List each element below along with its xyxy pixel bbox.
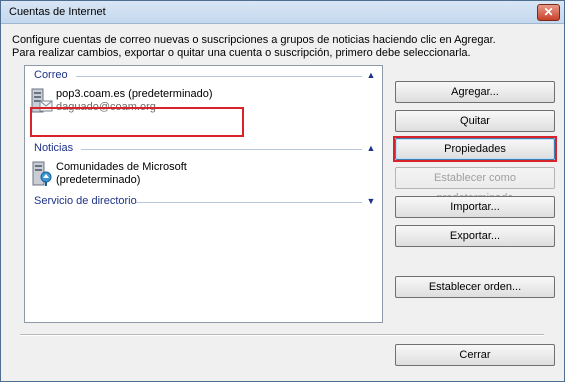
set-default-button[interactable]: Establecer como predeterminada <box>395 167 555 204</box>
account-name: pop3.coam.es (predeterminado) <box>56 88 213 100</box>
window-title: Cuentas de Internet <box>9 6 106 18</box>
export-button[interactable]: Exportar... <box>395 225 555 247</box>
dialog-client-area: Configure cuentas de correo nuevas o sus… <box>1 24 564 381</box>
instructions-line-1: Configure cuentas de correo nuevas o sus… <box>12 34 496 46</box>
group-header-correo[interactable]: Correo ▲ <box>34 69 377 83</box>
news-account-name: Comunidades de Microsoft <box>56 161 187 173</box>
import-button[interactable]: Importar... <box>395 196 555 218</box>
chevron-up-icon[interactable]: ▲ <box>365 142 377 154</box>
list-item-account-news[interactable]: Comunidades de Microsoft (predeterminado… <box>31 161 251 189</box>
close-button[interactable]: Cerrar <box>395 344 555 366</box>
accounts-list[interactable]: Correo ▲ pop3.coam.es (predeterminado) d… <box>24 65 383 323</box>
add-button[interactable]: Agregar... <box>395 81 555 103</box>
instructions-text: Configure cuentas de correo nuevas o sus… <box>12 34 496 60</box>
chevron-down-icon[interactable]: ▼ <box>365 195 377 207</box>
group-header-noticias[interactable]: Noticias ▲ <box>34 142 377 156</box>
internet-accounts-dialog: Cuentas de Internet ✕ Configure cuentas … <box>0 0 565 382</box>
footer-separator <box>20 334 544 336</box>
group-divider-correo <box>76 76 362 77</box>
group-divider-directory <box>136 202 362 203</box>
group-header-directory[interactable]: Servicio de directorio ▼ <box>34 195 377 209</box>
group-label-correo: Correo <box>34 69 68 81</box>
set-order-button[interactable]: Establecer orden... <box>395 276 555 298</box>
group-label-noticias: Noticias <box>34 142 74 154</box>
group-label-directory: Servicio de directorio <box>34 195 137 207</box>
news-server-icon <box>32 161 52 186</box>
chevron-up-icon[interactable]: ▲ <box>365 69 377 81</box>
remove-button[interactable]: Quitar <box>395 110 555 132</box>
highlight-selected-account <box>30 107 244 137</box>
news-account-detail: (predeterminado) <box>56 174 141 186</box>
close-window-button[interactable]: ✕ <box>537 4 560 21</box>
group-divider-noticias <box>81 149 362 150</box>
highlight-properties-button <box>393 136 557 162</box>
title-bar[interactable]: Cuentas de Internet ✕ <box>1 1 564 24</box>
instructions-line-2: Para realizar cambios, exportar o quitar… <box>12 47 471 59</box>
